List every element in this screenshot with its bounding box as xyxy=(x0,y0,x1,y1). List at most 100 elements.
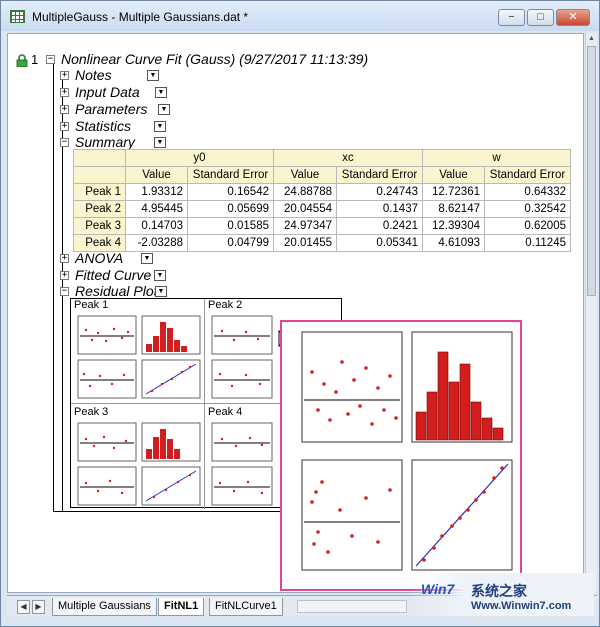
grid-divider xyxy=(204,299,205,509)
section-notes[interactable]: Notes xyxy=(75,67,112,83)
expand-anova-button[interactable]: + xyxy=(60,254,69,263)
input-data-dropdown[interactable]: ▼ xyxy=(155,87,167,98)
tab-multiple-gaussians[interactable]: Multiple Gaussians xyxy=(52,598,157,616)
residual-panel-title: Peak 2 xyxy=(208,299,243,311)
column-group-header: y0 xyxy=(125,149,274,167)
expand-input-data-button[interactable]: + xyxy=(60,88,69,97)
table-row: Peak 3 0.14703 0.01585 24.97347 0.2421 1… xyxy=(73,217,571,235)
table-corner xyxy=(73,149,126,167)
residual-plot-dropdown[interactable]: ▼ xyxy=(155,286,167,297)
collapse-residual-plot-button[interactable]: − xyxy=(60,287,69,296)
window-title: MultipleGauss - Multiple Gaussians.dat * xyxy=(32,10,249,24)
minimize-button[interactable]: − xyxy=(498,9,525,26)
table-cell[interactable]: 0.2421 xyxy=(336,217,423,235)
table-cell[interactable]: -2.03288 xyxy=(125,234,188,252)
collapse-report-button[interactable]: − xyxy=(46,55,55,64)
residual-thumbnail-peak-3[interactable] xyxy=(76,421,204,507)
residual-plot-zoom-popup[interactable] xyxy=(280,320,522,591)
table-cell[interactable]: 0.01585 xyxy=(187,217,274,235)
table-cell[interactable]: 0.14703 xyxy=(125,217,188,235)
table-cell[interactable]: 0.05341 xyxy=(336,234,423,252)
row-header: Peak 3 xyxy=(73,217,126,235)
expand-notes-button[interactable]: + xyxy=(60,71,69,80)
close-button[interactable]: ✕ xyxy=(556,9,590,26)
last-sheet-button[interactable]: ▶ xyxy=(32,600,45,614)
table-cell[interactable]: 24.88788 xyxy=(273,183,337,201)
section-anova[interactable]: ANOVA xyxy=(75,250,123,266)
table-cell[interactable]: 8.62147 xyxy=(422,200,485,218)
column-subheader: Value xyxy=(422,166,485,184)
watermark-site-name: 系统之家 xyxy=(471,583,527,599)
first-sheet-button[interactable]: ◀ xyxy=(17,600,30,614)
residual-panel-title: Peak 4 xyxy=(208,406,243,418)
application-window: MultipleGauss - Multiple Gaussians.dat *… xyxy=(0,0,600,627)
report-number: 1 xyxy=(31,52,39,67)
residual-plot-zoom-graph xyxy=(301,331,513,571)
workbook-icon xyxy=(10,10,25,23)
horizontal-scrollbar[interactable] xyxy=(297,600,407,613)
tab-fitnl1[interactable]: FitNL1 xyxy=(158,598,205,616)
lock-icon[interactable] xyxy=(16,54,28,67)
scroll-thumb[interactable] xyxy=(587,46,596,296)
column-group-header: w xyxy=(422,149,571,167)
scroll-up-icon[interactable]: ▲ xyxy=(587,35,596,44)
table-cell[interactable]: 0.11245 xyxy=(484,234,571,252)
report-title: Nonlinear Curve Fit (Gauss) (9/27/2017 1… xyxy=(61,51,369,67)
table-cell[interactable]: 20.01455 xyxy=(273,234,337,252)
residual-thumbnail-peak-1[interactable] xyxy=(76,314,204,402)
collapse-summary-button[interactable]: − xyxy=(60,138,69,147)
table-cell[interactable]: 0.05699 xyxy=(187,200,274,218)
table-corner xyxy=(73,166,126,184)
table-row: Peak 2 4.95445 0.05699 20.04554 0.1437 8… xyxy=(73,200,571,218)
section-fitted-curve[interactable]: Fitted Curve xyxy=(75,267,151,283)
table-cell[interactable]: 0.24743 xyxy=(336,183,423,201)
table-cell[interactable]: 0.62005 xyxy=(484,217,571,235)
table-cell[interactable]: 24.97347 xyxy=(273,217,337,235)
section-residual-plot[interactable]: Residual Plot xyxy=(75,283,158,299)
table-cell[interactable]: 0.32542 xyxy=(484,200,571,218)
residual-panel-title: Peak 1 xyxy=(74,299,109,311)
table-cell[interactable]: 1.93312 xyxy=(125,183,188,201)
table-row: Peak 4 -2.03288 0.04799 20.01455 0.05341… xyxy=(73,234,571,252)
column-subheader: Value xyxy=(273,166,337,184)
table-cell[interactable]: 0.16542 xyxy=(187,183,274,201)
table-cell[interactable]: 0.04799 xyxy=(187,234,274,252)
watermark-logo: Win7 xyxy=(421,581,455,597)
table-row: Peak 1 1.93312 0.16542 24.88788 0.24743 … xyxy=(73,183,571,201)
maximize-button[interactable]: □ xyxy=(527,9,554,26)
column-subheader: Standard Error xyxy=(187,166,274,184)
table-cell[interactable]: 4.95445 xyxy=(125,200,188,218)
tree-line xyxy=(53,57,54,511)
title-bar[interactable]: MultipleGauss - Multiple Gaussians.dat *… xyxy=(1,1,599,31)
table-cell[interactable]: 12.72361 xyxy=(422,183,485,201)
anova-dropdown[interactable]: ▼ xyxy=(141,253,153,264)
row-header: Peak 4 xyxy=(73,234,126,252)
section-summary[interactable]: Summary xyxy=(75,134,135,150)
parameters-dropdown[interactable]: ▼ xyxy=(158,104,170,115)
summary-table: y0 xc w Value Standard Error Value Stand… xyxy=(73,149,571,252)
table-cell[interactable]: 4.61093 xyxy=(422,234,485,252)
table-cell[interactable]: 0.1437 xyxy=(336,200,423,218)
section-input-data[interactable]: Input Data xyxy=(75,84,140,100)
residual-thumbnail-peak-2[interactable] xyxy=(210,314,282,404)
notes-dropdown[interactable]: ▼ xyxy=(147,70,159,81)
watermark-url: Www.Winwin7.com xyxy=(471,600,572,612)
fitted-curve-dropdown[interactable]: ▼ xyxy=(154,270,166,281)
expand-fitted-curve-button[interactable]: + xyxy=(60,271,69,280)
row-header: Peak 1 xyxy=(73,183,126,201)
table-cell[interactable]: 20.04554 xyxy=(273,200,337,218)
table-cell[interactable]: 12.39304 xyxy=(422,217,485,235)
section-statistics[interactable]: Statistics xyxy=(75,118,131,134)
statistics-dropdown[interactable]: ▼ xyxy=(154,121,166,132)
vertical-scrollbar[interactable]: ▲ ▼ xyxy=(585,33,597,593)
summary-dropdown[interactable]: ▼ xyxy=(154,137,166,148)
tab-fitnlcurve1[interactable]: FitNLCurve1 xyxy=(209,598,283,616)
column-subheader: Value xyxy=(125,166,188,184)
expand-parameters-button[interactable]: + xyxy=(60,105,69,114)
table-cell[interactable]: 0.64332 xyxy=(484,183,571,201)
column-subheader: Standard Error xyxy=(336,166,423,184)
expand-statistics-button[interactable]: + xyxy=(60,122,69,131)
row-header: Peak 2 xyxy=(73,200,126,218)
section-parameters[interactable]: Parameters xyxy=(75,101,147,117)
residual-thumbnail-peak-4[interactable] xyxy=(210,421,282,507)
